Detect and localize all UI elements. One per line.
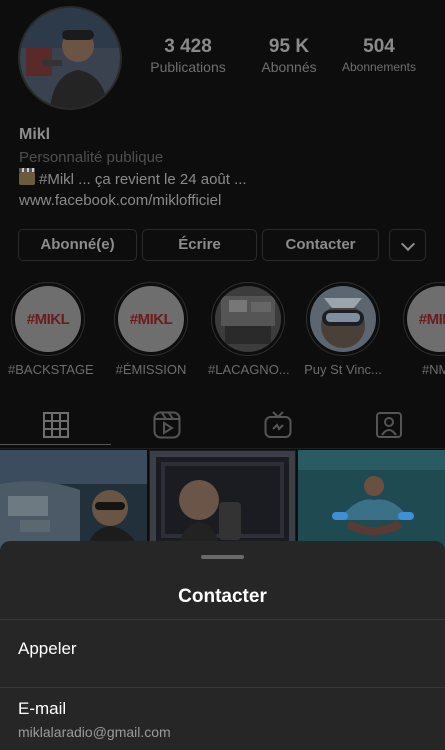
chevron-down-icon <box>400 236 415 252</box>
reels-icon <box>153 411 180 439</box>
highlight-label: #ÉMISSION <box>115 362 187 377</box>
post-image <box>298 450 445 550</box>
highlight-item[interactable]: Puy St Vinc... <box>303 282 383 377</box>
avatar-photo <box>20 8 120 108</box>
highlight-item[interactable]: #MIKL #ÉMISSION <box>111 282 191 377</box>
profile-category: Personnalité publique <box>19 149 164 166</box>
grid-icon <box>42 412 69 438</box>
post-grid <box>0 450 445 550</box>
highlight-photo <box>310 286 376 352</box>
followers-label: Abonnés <box>261 59 317 75</box>
highlight-label: #NMA <box>421 362 445 377</box>
stat-posts[interactable]: 3 428 Publications <box>144 36 232 76</box>
highlight-logo: #MIKL <box>418 310 445 328</box>
tab-tagged[interactable] <box>333 406 444 444</box>
email-option[interactable]: E-mail miklalaradio@gmail.com <box>0 687 445 750</box>
post-image <box>0 450 147 550</box>
highlight-item[interactable]: #MIKL #BACKSTAGE <box>8 282 94 377</box>
posts-label: Publications <box>150 59 226 75</box>
post-thumbnail[interactable] <box>0 450 147 550</box>
highlight-label: Puy St Vinc... <box>304 362 382 377</box>
posts-count: 3 428 <box>164 36 212 57</box>
bio-text: #Mikl ... ça revient le 24 août ... <box>39 171 247 188</box>
followers-count: 95 K <box>268 36 310 57</box>
igtv-icon <box>264 411 291 438</box>
contact-sheet: Contacter Appeler E-mail miklalaradio@gm… <box>0 541 445 750</box>
stat-followers[interactable]: 95 K Abonnés <box>248 36 330 76</box>
suggested-accounts-button[interactable] <box>389 229 426 261</box>
message-button[interactable]: Écrire <box>142 229 257 261</box>
following-button[interactable]: Abonné(e) <box>18 229 137 261</box>
tagged-icon <box>375 412 402 438</box>
highlight-label: #BACKSTAGE <box>8 362 94 377</box>
stat-following[interactable]: 504 Abonnements <box>334 36 424 76</box>
sheet-grabber[interactable] <box>201 555 244 559</box>
highlight-item[interactable]: #MIKL #NMA <box>400 282 445 377</box>
tab-reels[interactable] <box>111 406 222 444</box>
email-address: miklalaradio@gmail.com <box>18 724 171 740</box>
post-thumbnail[interactable] <box>298 450 445 550</box>
profile-name: Mikl <box>19 126 51 143</box>
call-option[interactable]: Appeler <box>0 619 445 687</box>
highlight-photo <box>215 286 281 352</box>
profile-tabs <box>0 400 445 449</box>
post-thumbnail[interactable] <box>149 450 296 550</box>
contact-button[interactable]: Contacter <box>262 229 379 261</box>
following-count: 504 <box>363 36 395 57</box>
sheet-title: Contacter <box>178 586 267 607</box>
highlight-logo: #MIKL <box>26 310 70 328</box>
profile-link[interactable]: www.facebook.com/miklofficiel <box>19 192 221 209</box>
highlight-logo: #MIKL <box>129 310 173 328</box>
avatar[interactable] <box>18 6 122 110</box>
profile-bio: #Mikl ... ça revient le 24 août ... <box>19 168 247 188</box>
highlight-item[interactable]: #LACAGNO... <box>208 282 290 377</box>
post-image <box>149 450 296 550</box>
clapperboard-icon <box>19 168 35 185</box>
highlight-label: #LACAGNO... <box>208 362 290 377</box>
following-label: Abonnements <box>341 60 417 74</box>
tab-igtv[interactable] <box>222 406 333 444</box>
call-label: Appeler <box>18 639 77 658</box>
email-label: E-mail <box>18 699 67 718</box>
tab-posts[interactable] <box>0 406 111 445</box>
